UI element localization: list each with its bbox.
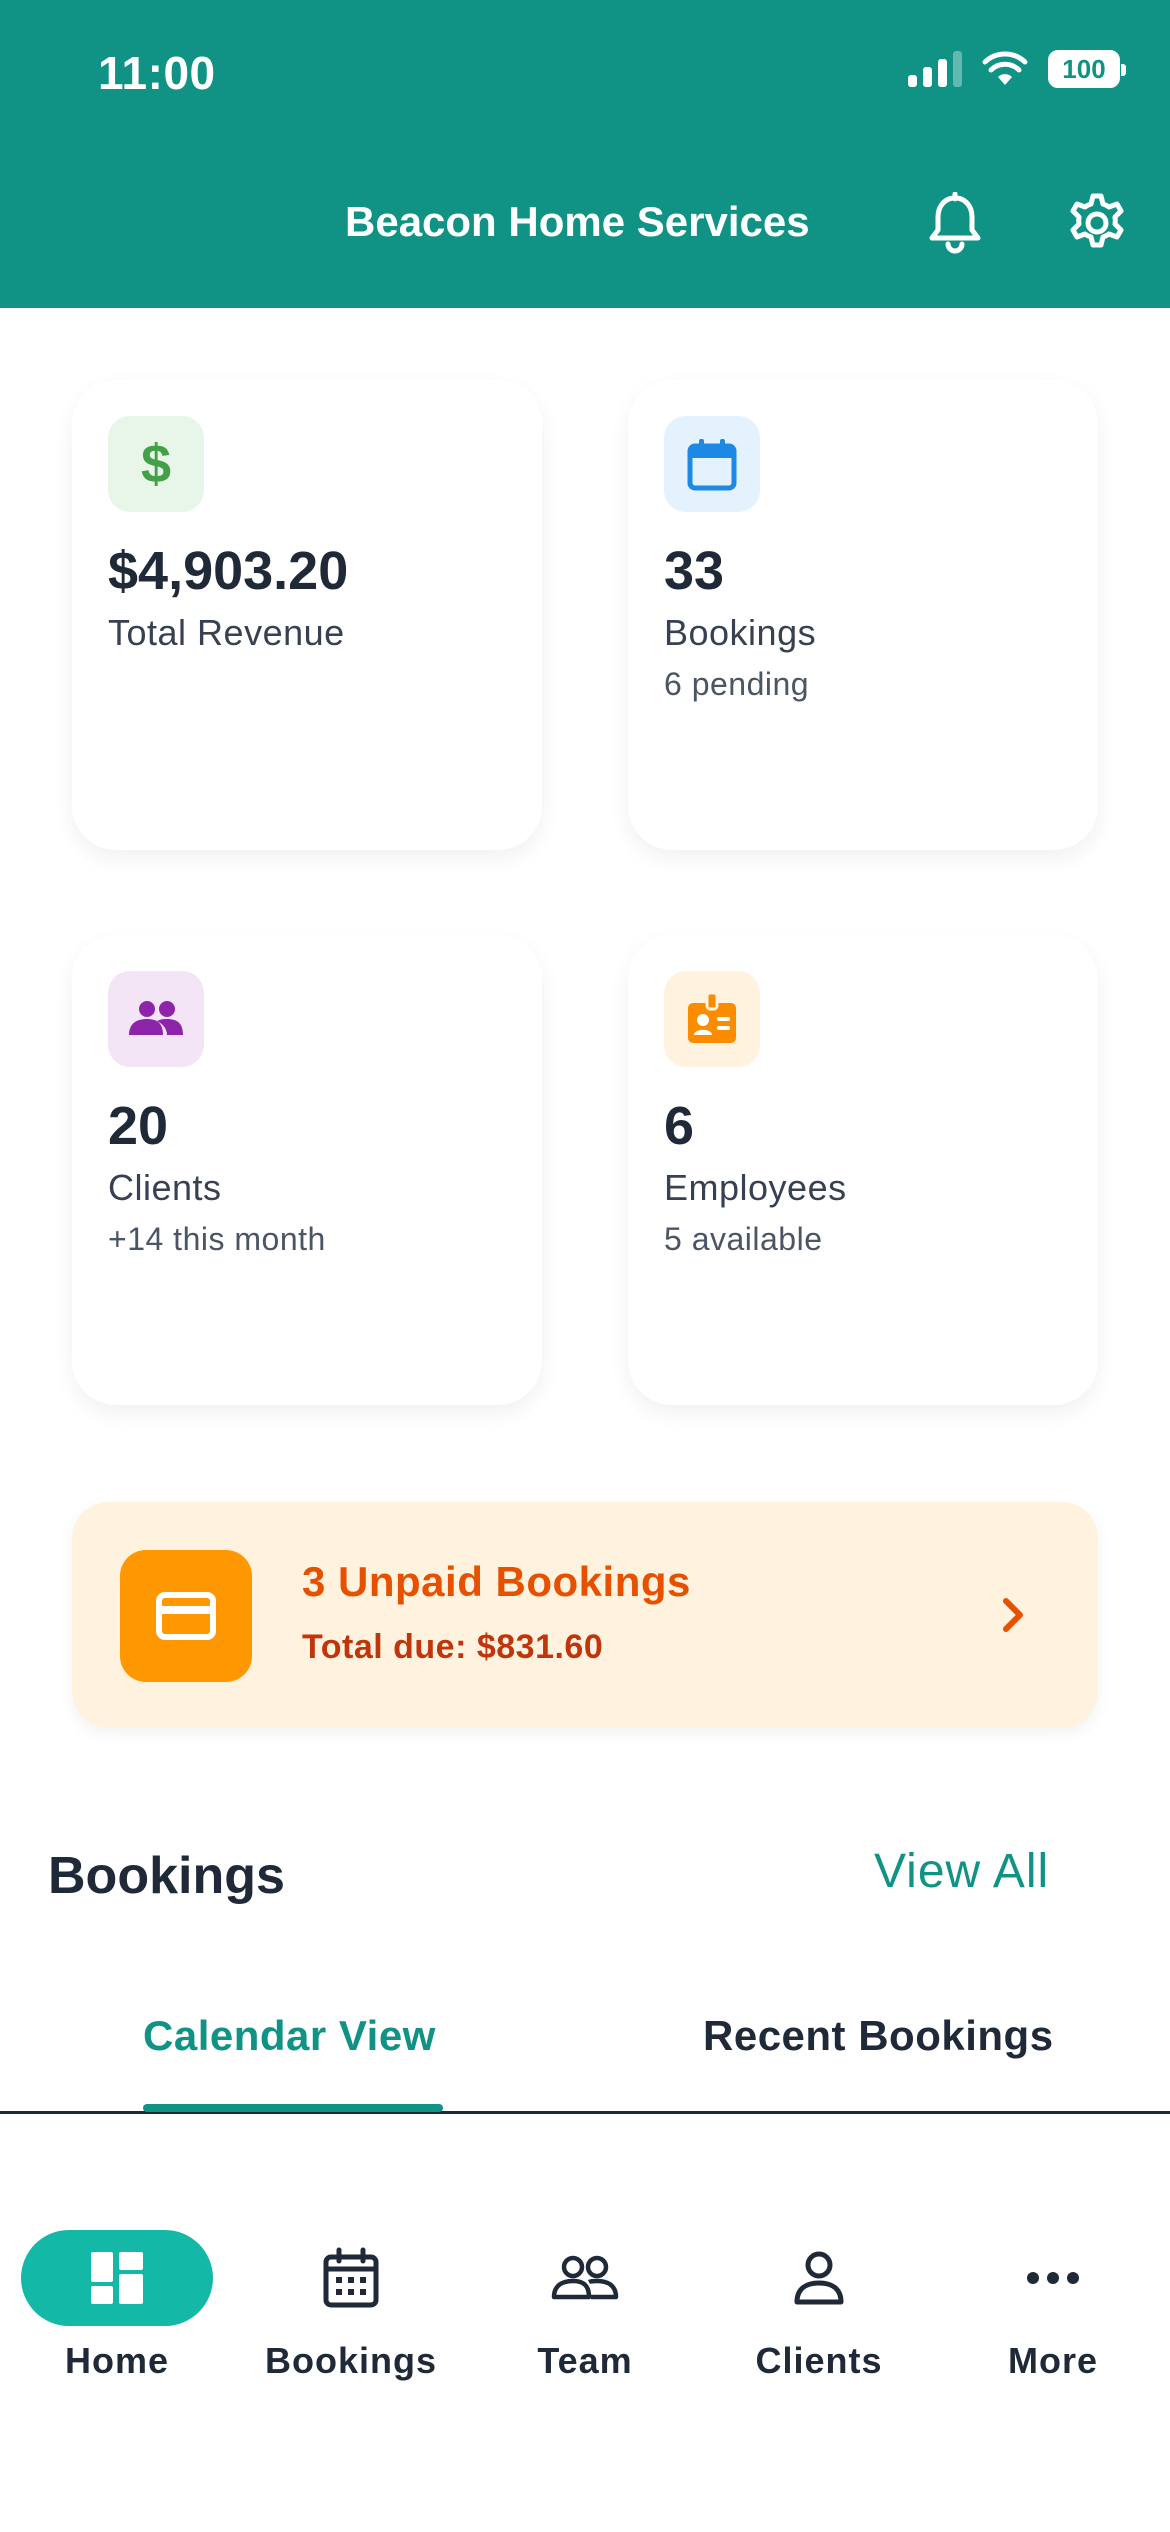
stat-label: Bookings <box>664 612 817 653</box>
wifi-icon <box>982 51 1028 85</box>
unpaid-bookings-banner[interactable]: 3 Unpaid Bookings Total due: $831.60 <box>72 1502 1098 1728</box>
nav-icon-container <box>255 2230 447 2326</box>
nav-label: Team <box>537 2340 633 2381</box>
stat-card-employees[interactable]: 6 Employees 5 available <box>628 935 1098 1405</box>
nav-label: Home <box>64 2340 170 2381</box>
stat-value: 33 <box>664 541 725 601</box>
nav-icon-container <box>957 2230 1149 2326</box>
dollar-icon: $ <box>108 416 204 512</box>
person-icon <box>794 2251 844 2305</box>
stat-sub: 5 available <box>664 1221 823 1257</box>
more-icon <box>1027 2272 1079 2284</box>
nav-icon-container <box>723 2230 915 2326</box>
nav-icon-container <box>489 2230 681 2326</box>
battery-level: 100 <box>1062 53 1106 84</box>
status-time: 11:00 <box>98 47 216 99</box>
battery-icon: 100 <box>1048 50 1126 88</box>
view-all-link[interactable]: View All <box>874 1844 1049 1899</box>
tab-calendar-view[interactable]: Calendar View <box>143 2012 436 2060</box>
signal-icon <box>908 51 962 87</box>
stat-card-clients[interactable]: 20 Clients +14 this month <box>72 935 542 1405</box>
notifications-button[interactable] <box>922 190 988 256</box>
stat-label: Total Revenue <box>108 612 345 653</box>
section-title: Bookings <box>48 1847 285 1905</box>
team-icon <box>551 2255 619 2300</box>
nav-bookings[interactable]: Bookings <box>234 2230 468 2410</box>
nav-label: More <box>1007 2340 1098 2381</box>
gear-icon <box>1070 193 1124 248</box>
chevron-right-icon <box>988 1590 1038 1640</box>
bell-icon <box>929 192 981 254</box>
nav-icon-container <box>21 2230 213 2326</box>
stat-sub: +14 this month <box>108 1221 326 1257</box>
stat-value: $4,903.20 <box>108 541 349 601</box>
bottom-nav: Home Bookings Team Clients More <box>0 2200 1170 2532</box>
nav-team[interactable]: Team <box>468 2230 702 2410</box>
tab-recent-bookings[interactable]: Recent Bookings <box>703 2012 1054 2060</box>
stat-label: Clients <box>108 1167 222 1208</box>
credit-card-icon <box>120 1550 252 1682</box>
stat-value: 20 <box>108 1096 169 1156</box>
nav-clients[interactable]: Clients <box>702 2230 936 2410</box>
dashboard-screen: 11:00 100 Beacon Home Services $ $4,903.… <box>0 0 1170 2532</box>
stat-sub: 6 pending <box>664 666 810 702</box>
dashboard-icon <box>91 2252 143 2304</box>
nav-more[interactable]: More <box>936 2230 1170 2410</box>
nav-home[interactable]: Home <box>0 2230 234 2410</box>
calendar-icon <box>323 2247 379 2308</box>
calendar-icon <box>664 416 760 512</box>
stat-card-bookings[interactable]: 33 Bookings 6 pending <box>628 380 1098 850</box>
app-title: Beacon Home Services <box>345 198 810 245</box>
active-tab-indicator <box>143 2104 443 2112</box>
nav-label: Clients <box>755 2340 883 2381</box>
settings-button[interactable] <box>1064 190 1130 256</box>
unpaid-subtitle: Total due: $831.60 <box>302 1628 604 1666</box>
stat-value: 6 <box>664 1096 695 1156</box>
nav-label: Bookings <box>264 2340 437 2381</box>
stat-card-revenue[interactable]: $ $4,903.20 Total Revenue <box>72 380 542 850</box>
people-icon <box>108 971 204 1067</box>
badge-icon <box>664 971 760 1067</box>
app-header: 11:00 100 Beacon Home Services <box>0 0 1170 308</box>
bookings-tabs: Calendar View Recent Bookings <box>0 1990 1170 2114</box>
status-icons: 100 <box>908 50 1126 88</box>
stat-label: Employees <box>664 1167 847 1208</box>
unpaid-title: 3 Unpaid Bookings <box>302 1558 691 1605</box>
